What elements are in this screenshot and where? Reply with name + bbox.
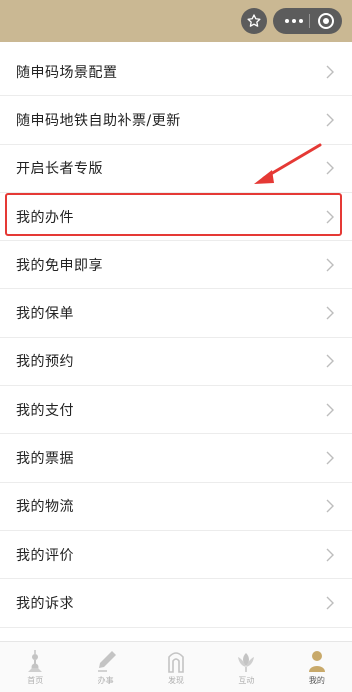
menu-item-label: 我的预约	[16, 354, 74, 371]
menu-item-payments[interactable]: 我的支付	[0, 386, 352, 435]
menu-item-label: 我的诉求	[16, 595, 74, 612]
person-icon	[308, 651, 325, 672]
menu-item-label: 我的物流	[16, 499, 74, 516]
tab-services[interactable]: 办事	[70, 642, 140, 692]
annotation-arrow	[254, 143, 322, 184]
chevron-right-icon	[326, 403, 334, 417]
chevron-right-icon	[326, 306, 334, 320]
chevron-right-icon	[326, 113, 334, 127]
chevron-right-icon	[326, 499, 334, 513]
chevron-right-icon	[326, 451, 334, 465]
menu-item-label: 我的票据	[16, 451, 74, 468]
title-bar	[0, 0, 352, 42]
menu-item-label: 我的评价	[16, 547, 74, 564]
menu-item-metro-ticket[interactable]: 随申码地铁自助补票/更新	[0, 96, 352, 145]
chevron-right-icon	[326, 210, 334, 224]
tab-label: 首页	[27, 676, 44, 685]
menu-item-receipts[interactable]: 我的票据	[0, 434, 352, 483]
menu-item-reviews[interactable]: 我的评价	[0, 531, 352, 580]
tab-discover[interactable]: 发现	[141, 642, 211, 692]
star-icon	[247, 14, 261, 27]
menu-item-appeals[interactable]: 我的诉求	[0, 579, 352, 628]
menu-item-label: 开启长者专版	[16, 161, 103, 178]
tower-icon	[28, 650, 43, 672]
menu-item-policies[interactable]: 我的保单	[0, 289, 352, 338]
menu-item-logistics[interactable]: 我的物流	[0, 483, 352, 531]
pen-icon	[97, 651, 116, 672]
target-circle-icon[interactable]	[317, 12, 335, 30]
tab-mine[interactable]: 我的	[282, 642, 352, 692]
more-dots-icon[interactable]	[285, 19, 303, 23]
tab-label: 发现	[168, 676, 185, 685]
chevron-right-icon	[326, 161, 334, 175]
menu-item-exemption[interactable]: 我的免申即享	[0, 241, 352, 290]
menu-item-label: 我的免申即享	[16, 257, 103, 274]
tab-interact[interactable]: 互动	[211, 642, 281, 692]
tab-home[interactable]: 首页	[0, 642, 70, 692]
menu-item-appointments[interactable]: 我的预约	[0, 338, 352, 387]
favorite-button[interactable]	[241, 8, 267, 34]
menu-item-label: 我的办件	[16, 209, 74, 226]
chevron-right-icon	[326, 65, 334, 79]
menu-item-my-applications[interactable]: 我的办件	[0, 193, 352, 242]
chevron-right-icon	[326, 548, 334, 562]
menu-item-scene-config[interactable]: 随申码场景配置	[0, 48, 352, 97]
chevron-right-icon	[326, 596, 334, 610]
mini-program-capsule	[273, 8, 342, 34]
menu-item-label: 我的保单	[16, 306, 74, 323]
tab-label: 我的	[308, 676, 325, 685]
menu-item-label: 我的支付	[16, 402, 74, 419]
tab-label: 办事	[97, 676, 114, 685]
chevron-right-icon	[326, 258, 334, 272]
chevron-right-icon	[326, 354, 334, 368]
capsule-divider	[309, 14, 310, 28]
arch-icon	[168, 652, 184, 673]
menu-item-label: 随申码场景配置	[16, 64, 118, 81]
bottom-tab-bar: 首页 办事 发现 互动 我的	[0, 641, 352, 692]
menu-list: 随申码场景配置 随申码地铁自助补票/更新 开启长者专版 我的办件 我的免申即享 …	[0, 48, 352, 628]
flower-icon	[238, 653, 255, 672]
tab-label: 互动	[238, 676, 255, 685]
menu-item-label: 随申码地铁自助补票/更新	[16, 112, 181, 129]
